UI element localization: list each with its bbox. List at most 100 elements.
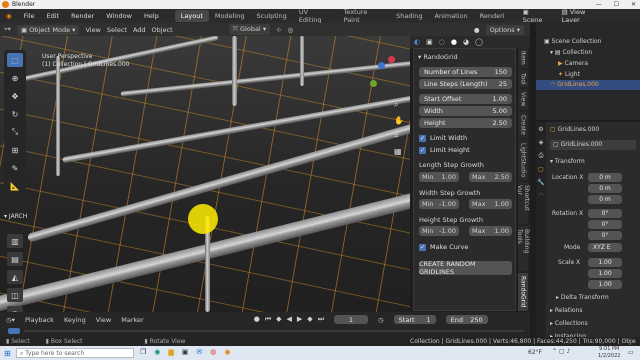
tab-shading[interactable]: Shading — [390, 10, 428, 22]
menu-playback[interactable]: Playback — [25, 316, 54, 324]
grid-view-icon[interactable]: ▦ — [394, 147, 404, 156]
modifier-props-icon[interactable]: 🔧 — [537, 179, 544, 186]
rotation-x-field[interactable]: 0° — [588, 209, 622, 218]
width-min-field[interactable]: Min -1.00 — [419, 199, 459, 209]
current-frame-field[interactable]: 1 — [334, 315, 368, 324]
camera-view-icon[interactable]: ⌗ — [394, 131, 404, 141]
wireframe-icon[interactable]: ◌ — [439, 38, 445, 46]
jarch-wall-icon[interactable]: ▥ — [7, 234, 23, 248]
annotate-tool-icon[interactable]: ✎ — [7, 161, 23, 175]
solid-icon[interactable]: ● — [451, 38, 457, 46]
prev-key-icon[interactable]: ◆ — [276, 315, 281, 324]
navigation-gizmo[interactable] — [366, 54, 402, 90]
panel-title[interactable]: ▾ RandoGrid — [418, 53, 458, 61]
header-menu-view[interactable]: View — [85, 26, 100, 34]
task-view-icon[interactable]: ❐ — [140, 348, 146, 356]
chrome-icon[interactable]: ◍ — [210, 348, 216, 356]
header-menu-add[interactable]: Add — [133, 26, 146, 34]
clock[interactable]: 9:01 PM 1/2/2022 — [598, 346, 620, 360]
jarch-stairs-icon[interactable]: ▤ — [7, 252, 23, 266]
timeline-editor-icon[interactable]: ◷▾ — [6, 316, 15, 324]
xray-icon[interactable]: ▣ — [426, 38, 433, 46]
shading-solid-icon[interactable]: ● — [474, 26, 480, 34]
play-reverse-icon[interactable]: ◀ — [287, 315, 292, 324]
jarch-panel-label[interactable]: ▾ JARCH — [4, 213, 27, 220]
menu-edit[interactable]: Edit — [41, 12, 66, 20]
tab-animation[interactable]: Animation — [428, 10, 473, 22]
outliner-row[interactable]: ▶ Camera — [558, 60, 588, 67]
move-tool-icon[interactable]: ✥ — [7, 89, 23, 103]
tab-tool[interactable]: Tool — [518, 69, 528, 88]
tab-layout[interactable]: Layout — [174, 10, 209, 22]
transform-header[interactable]: ▾ Transform — [550, 158, 585, 165]
scale-x-field[interactable]: 1.00 — [588, 258, 622, 267]
start-frame-field[interactable]: Start 1 — [393, 315, 436, 324]
menu-view[interactable]: View — [96, 316, 111, 324]
relations-header[interactable]: ▸ Relations — [550, 307, 582, 314]
start-icon[interactable]: ⊞ — [4, 349, 11, 358]
jarch-roof-icon[interactable]: ◭ — [7, 270, 23, 284]
notification-icon[interactable]: ▭ — [628, 349, 634, 356]
tab-rendering[interactable]: Renderi — [474, 10, 511, 22]
overlay-icon[interactable]: ◐ — [414, 38, 420, 46]
menu-file[interactable]: File — [18, 12, 41, 20]
output-props-icon[interactable]: ⎙ — [539, 152, 544, 160]
delta-transform-header[interactable]: ▸ Delta Transform — [556, 294, 609, 301]
mode-dropdown[interactable]: ▣ Object Mode ▾ — [16, 24, 80, 35]
height-max-field[interactable]: Max 1.00 — [469, 226, 512, 236]
menu-help[interactable]: Help — [138, 12, 165, 20]
3d-viewport[interactable]: User Perspective (1) Collection | GridLi… — [0, 36, 410, 312]
playhead-indicator[interactable] — [8, 328, 20, 334]
start-offset-field[interactable]: Start Offset 1.00 — [419, 94, 512, 104]
data-props-icon[interactable]: ◠ — [538, 192, 543, 199]
location-z-field[interactable]: 0 m — [588, 195, 622, 204]
jump-end-icon[interactable]: ⏭ — [318, 315, 324, 324]
object-props-icon[interactable]: ▢ — [538, 166, 544, 173]
scale-tool-icon[interactable]: ⤡ — [7, 125, 23, 139]
location-y-field[interactable]: 0 m — [588, 184, 622, 193]
tab-modeling[interactable]: Modeling — [209, 10, 251, 22]
mail-icon[interactable]: ✉ — [196, 348, 202, 356]
scale-z-field[interactable]: 1.00 — [588, 280, 622, 289]
select-tool-icon[interactable]: ⬚ — [7, 53, 23, 67]
snap-icon[interactable]: ⊹ — [276, 26, 281, 34]
outliner-row[interactable]: ▾ ▤ Collection — [550, 49, 592, 56]
menu-marker[interactable]: Marker — [121, 316, 143, 324]
menu-render[interactable]: Render — [65, 12, 100, 20]
tray-icons[interactable]: ⌃ ▢ ♪ — [552, 348, 570, 355]
width-max-field[interactable]: Max 1.00 — [469, 199, 512, 209]
edge-icon[interactable]: ◉ — [154, 348, 160, 356]
pan-hand-icon[interactable]: ✋ — [394, 116, 404, 125]
height-field[interactable]: Height 2.50 — [419, 118, 512, 128]
tab-shortcut-vur[interactable]: Shortcut Vur — [516, 181, 530, 224]
tab-view[interactable]: View — [518, 89, 528, 110]
y-axis-icon[interactable] — [370, 80, 377, 87]
outliner-row[interactable]: ✦ Light — [558, 71, 580, 78]
jump-start-icon[interactable]: ⏮ — [265, 315, 271, 324]
make-curve-checkbox[interactable]: ✓ Make Curve — [419, 243, 468, 251]
timeline-scrub-track[interactable] — [24, 330, 524, 332]
location-x-field[interactable]: 0 m — [588, 173, 622, 182]
render-props-icon[interactable]: ◈ — [539, 139, 544, 146]
tab-item[interactable]: Item — [518, 48, 528, 68]
folder-icon[interactable]: ▆ — [168, 348, 173, 356]
collections-header[interactable]: ▸ Collections — [550, 320, 588, 327]
tab-randogrid[interactable]: RandoGrid — [518, 273, 528, 311]
limit-width-checkbox[interactable]: ✓ Limit Width — [419, 134, 467, 142]
height-min-field[interactable]: Min -1.00 — [419, 226, 459, 236]
measure-tool-icon[interactable]: 📐 — [7, 179, 23, 193]
rotation-y-field[interactable]: 0° — [588, 220, 622, 229]
menu-window[interactable]: Window — [100, 12, 138, 20]
z-axis-icon[interactable] — [378, 62, 385, 69]
limit-height-checkbox[interactable]: ✓ Limit Height — [419, 146, 470, 154]
editor-type-icon[interactable]: ⌖▾ — [4, 25, 11, 34]
zoom-icon[interactable]: ⌕ — [394, 100, 404, 110]
length-min-field[interactable]: Min 1.00 — [419, 172, 459, 182]
line-steps-field[interactable]: Line Steps (Length) 25 — [419, 79, 512, 89]
preview-range-icon[interactable]: ◷ — [378, 316, 384, 324]
blender-app-icon[interactable]: ◉ — [224, 348, 230, 356]
scale-y-field[interactable]: 1.00 — [588, 269, 622, 278]
x-axis-icon[interactable] — [388, 56, 395, 63]
next-key-icon[interactable]: ◆ — [307, 315, 312, 324]
proportional-edit-icon[interactable]: ◎ — [288, 26, 294, 34]
